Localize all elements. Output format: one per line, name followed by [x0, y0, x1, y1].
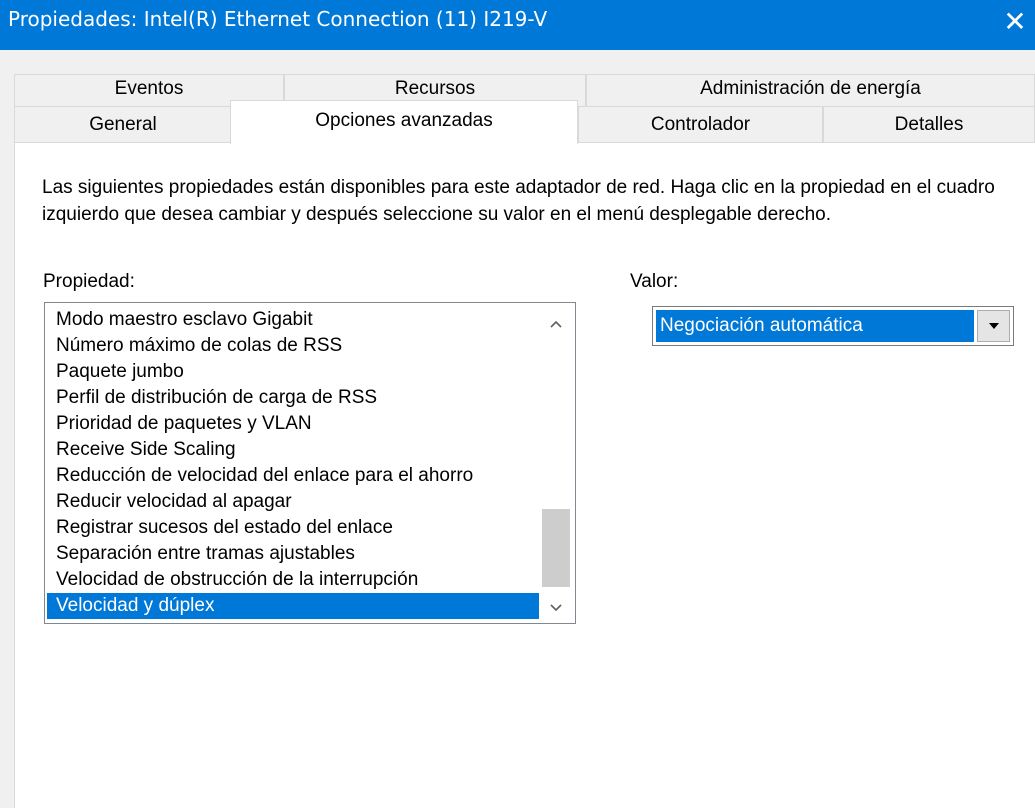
chevron-up-icon [550, 320, 562, 328]
list-item[interactable]: Modo maestro esclavo Gigabit [47, 307, 539, 333]
value-label: Valor: [630, 271, 679, 292]
list-item[interactable]: Paquete jumbo [47, 359, 539, 385]
scrollbar-thumb[interactable] [542, 509, 570, 587]
list-item[interactable]: Perfil de distribución de carga de RSS [47, 385, 539, 411]
tab-label: Opciones avanzadas [315, 110, 493, 131]
value-dropdown-selected: Negociación automática [656, 310, 974, 342]
list-item-selected[interactable]: Velocidad y dúplex [47, 593, 539, 619]
property-listbox[interactable]: Modo maestro esclavo Gigabit Número máxi… [44, 302, 576, 624]
tab-detalles[interactable]: Detalles [823, 106, 1035, 142]
list-item[interactable]: Registrar sucesos del estado del enlace [47, 515, 539, 541]
dropdown-arrow-icon [988, 323, 999, 329]
tab-administracion-energia[interactable]: Administración de energía [586, 74, 1035, 106]
tab-label: Controlador [650, 114, 751, 135]
tab-controlador[interactable]: Controlador [578, 106, 823, 142]
list-item[interactable]: Número máximo de colas de RSS [47, 333, 539, 359]
list-item[interactable]: Velocidad de obstrucción de la interrupc… [47, 567, 539, 593]
list-item[interactable]: Receive Side Scaling [47, 437, 539, 463]
property-list: Modo maestro esclavo Gigabit Número máxi… [47, 307, 539, 619]
scroll-down-button[interactable] [539, 595, 573, 621]
listbox-scrollbar[interactable] [539, 305, 573, 621]
close-button[interactable]: ✕ [995, 0, 1035, 50]
panel-description: Las siguientes propiedades están disponi… [42, 177, 995, 225]
list-item[interactable]: Reducción de velocidad del enlace para e… [47, 463, 539, 489]
property-label: Propiedad: [43, 271, 135, 292]
value-dropdown[interactable]: Negociación automática [652, 306, 1014, 346]
tab-label: Administración de energía [700, 78, 921, 99]
list-item[interactable]: Separación entre tramas ajustables [47, 541, 539, 567]
tab-label: Eventos [114, 78, 184, 99]
tab-opciones-avanzadas[interactable]: Opciones avanzadas [230, 100, 578, 144]
dropdown-arrow-button[interactable] [977, 310, 1010, 342]
tab-label: General [89, 114, 157, 135]
tab-label: Recursos [394, 78, 476, 99]
scroll-up-button[interactable] [539, 311, 573, 337]
tab-label: Detalles [894, 114, 964, 135]
list-item[interactable]: Prioridad de paquetes y VLAN [47, 411, 539, 437]
window-title: Propiedades: Intel(R) Ethernet Connectio… [8, 7, 548, 31]
list-item[interactable]: Reducir velocidad al apagar [47, 489, 539, 515]
chevron-down-icon [550, 604, 562, 612]
title-bar: Propiedades: Intel(R) Ethernet Connectio… [0, 0, 1035, 50]
tab-general[interactable]: General [14, 106, 232, 142]
